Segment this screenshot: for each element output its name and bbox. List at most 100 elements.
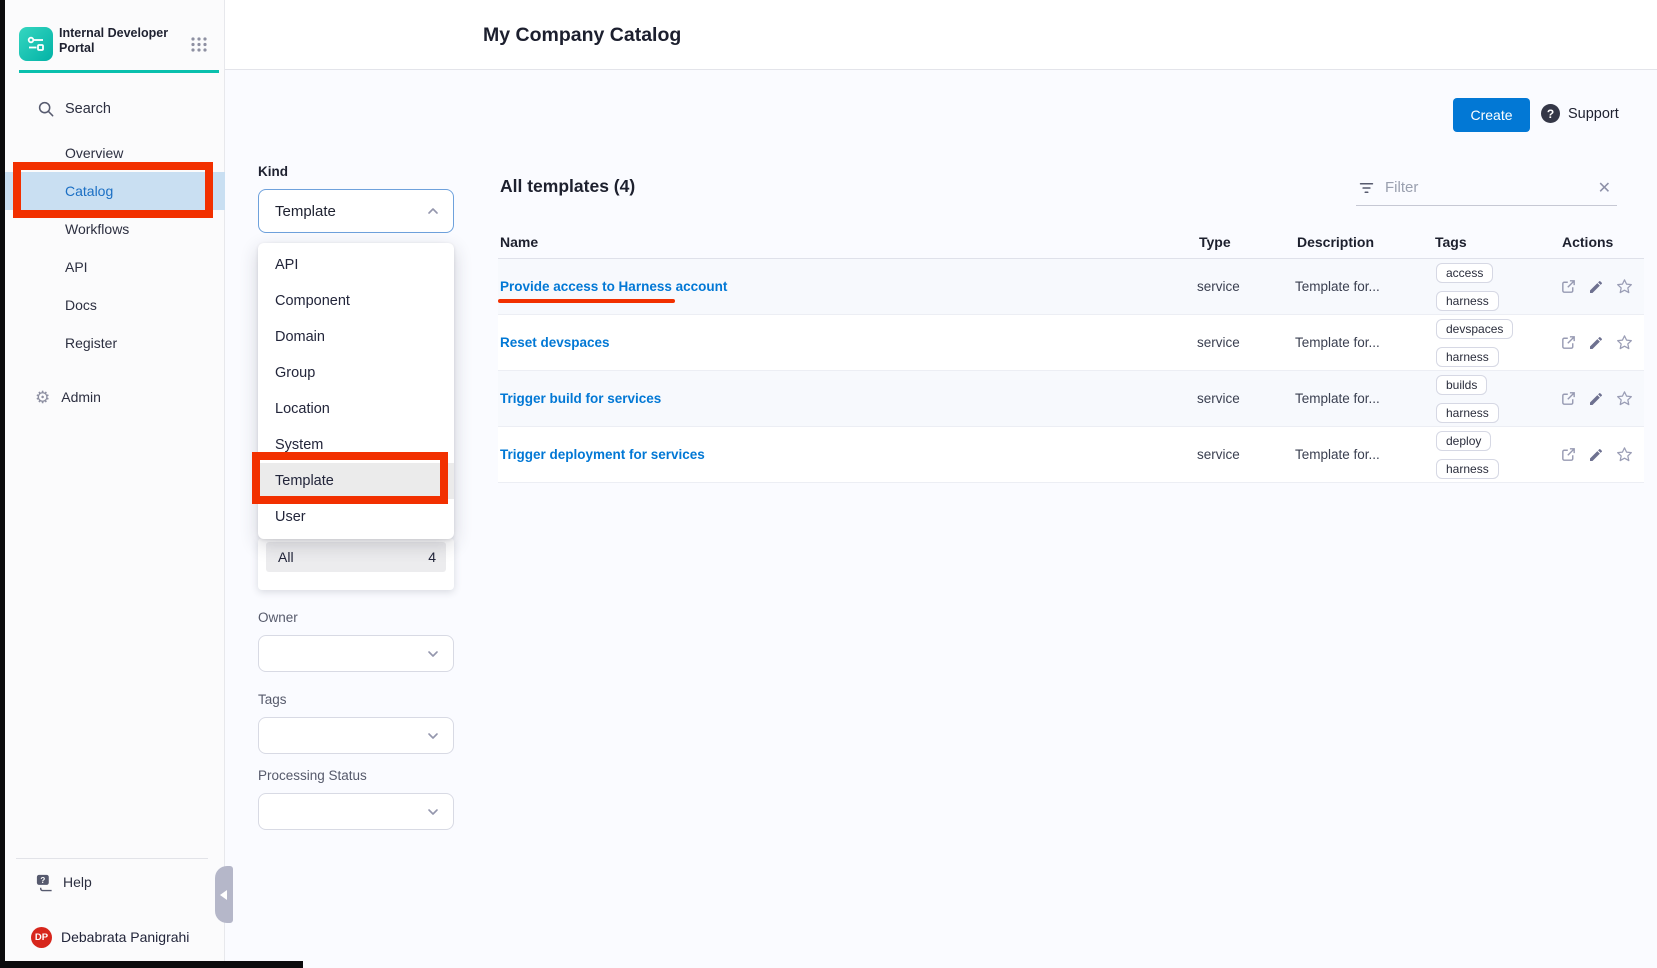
sidebar-item-register[interactable]: Register bbox=[0, 324, 225, 362]
processing-status-label: Processing Status bbox=[258, 768, 367, 783]
sidebar-collapse-handle[interactable] bbox=[215, 866, 233, 923]
clear-filter-icon[interactable]: ✕ bbox=[1598, 178, 1611, 198]
sidebar-item-workflows[interactable]: Workflows bbox=[0, 210, 225, 248]
cell-type: service bbox=[1197, 279, 1295, 294]
open-in-new-icon[interactable] bbox=[1560, 390, 1577, 407]
tag-chip: harness bbox=[1436, 459, 1499, 479]
portal-title: Internal Developer Portal bbox=[59, 26, 177, 56]
portal-logo-icon bbox=[19, 27, 53, 61]
user-menu[interactable]: DP Debabrata Panigrahi bbox=[0, 924, 225, 950]
sidebar-item-help[interactable]: ? Help bbox=[0, 868, 225, 896]
chevron-up-icon bbox=[425, 203, 441, 219]
sidebar-item-catalog[interactable]: Catalog bbox=[0, 172, 225, 210]
admin-label: Admin bbox=[61, 389, 101, 405]
owner-select[interactable] bbox=[258, 635, 454, 672]
facet-all-row[interactable]: All 4 bbox=[266, 542, 446, 572]
kind-option-label: Component bbox=[275, 293, 350, 309]
kind-option-component[interactable]: Component bbox=[258, 283, 454, 319]
screen-edge-left bbox=[0, 0, 5, 968]
table-body: Provide access to Harness account servic… bbox=[498, 259, 1644, 483]
sidebar-item-label: API bbox=[65, 259, 88, 275]
kind-option-label: User bbox=[275, 509, 306, 525]
table-row: Provide access to Harness account servic… bbox=[498, 259, 1644, 315]
cell-actions bbox=[1560, 389, 1644, 408]
tag-chip: access bbox=[1436, 263, 1493, 283]
kind-facet-card: All 4 bbox=[258, 538, 454, 590]
tags-select[interactable] bbox=[258, 717, 454, 754]
sidebar-nav: Overview Catalog Workflows API Docs Regi… bbox=[0, 134, 225, 362]
gear-icon: ⚙ bbox=[35, 389, 50, 406]
column-header-description: Description bbox=[1295, 234, 1433, 250]
edit-pencil-icon[interactable] bbox=[1588, 335, 1604, 351]
star-icon[interactable] bbox=[1615, 277, 1634, 296]
star-icon[interactable] bbox=[1615, 389, 1634, 408]
kind-option-location[interactable]: Location bbox=[258, 391, 454, 427]
table-header-row: Name Type Description Tags Actions bbox=[498, 225, 1644, 259]
table-title: All templates (4) bbox=[500, 176, 635, 197]
support-button[interactable]: ? Support bbox=[1541, 104, 1619, 123]
chevron-down-icon bbox=[425, 728, 441, 744]
kind-option-system[interactable]: System bbox=[258, 427, 454, 463]
sidebar-item-docs[interactable]: Docs bbox=[0, 286, 225, 324]
kind-option-label: System bbox=[275, 437, 323, 453]
kind-option-user[interactable]: User bbox=[258, 499, 454, 535]
kind-option-label: Domain bbox=[275, 329, 325, 345]
app-launcher-icon[interactable] bbox=[189, 35, 209, 59]
template-name-link[interactable]: Trigger build for services bbox=[500, 391, 661, 406]
sidebar-item-api[interactable]: API bbox=[0, 248, 225, 286]
kind-label: Kind bbox=[258, 164, 288, 179]
cell-description: Template for... bbox=[1295, 279, 1433, 294]
annotation-underline bbox=[498, 299, 675, 303]
open-in-new-icon[interactable] bbox=[1560, 446, 1577, 463]
table-row: Reset devspaces service Template for... … bbox=[498, 315, 1644, 371]
sidebar-item-admin[interactable]: ⚙ Admin bbox=[0, 379, 225, 415]
cell-name: Provide access to Harness account bbox=[498, 278, 1197, 296]
edit-pencil-icon[interactable] bbox=[1588, 279, 1604, 295]
column-header-name: Name bbox=[498, 234, 1197, 250]
tag-chip: harness bbox=[1436, 347, 1499, 367]
column-header-tags: Tags bbox=[1433, 234, 1560, 250]
star-icon[interactable] bbox=[1615, 445, 1634, 464]
star-icon[interactable] bbox=[1615, 333, 1634, 352]
kind-dropdown: API Component Domain Group Location Syst… bbox=[258, 243, 454, 539]
tag-chip: harness bbox=[1436, 403, 1499, 423]
edit-pencil-icon[interactable] bbox=[1588, 391, 1604, 407]
cell-tags: deployharness bbox=[1433, 431, 1560, 479]
tags-label: Tags bbox=[258, 692, 287, 707]
kind-option-template[interactable]: Template bbox=[258, 463, 454, 499]
question-circle-icon: ? bbox=[1541, 104, 1560, 123]
create-button[interactable]: Create bbox=[1453, 98, 1530, 132]
page-title: My Company Catalog bbox=[483, 24, 681, 47]
kind-option-group[interactable]: Group bbox=[258, 355, 454, 391]
sidebar-item-label: Docs bbox=[65, 297, 97, 313]
table-filter: ✕ bbox=[1356, 170, 1617, 206]
table-row: Trigger build for services service Templ… bbox=[498, 371, 1644, 427]
open-in-new-icon[interactable] bbox=[1560, 278, 1577, 295]
help-chat-icon: ? bbox=[35, 873, 54, 892]
chevron-down-icon bbox=[425, 804, 441, 820]
template-name-link[interactable]: Reset devspaces bbox=[500, 335, 610, 350]
cell-type: service bbox=[1197, 335, 1295, 350]
template-name-link[interactable]: Trigger deployment for services bbox=[500, 447, 705, 462]
sidebar-accent-rule bbox=[19, 70, 219, 73]
user-name: Debabrata Panigrahi bbox=[61, 929, 189, 945]
kind-option-domain[interactable]: Domain bbox=[258, 319, 454, 355]
kind-option-label: Group bbox=[275, 365, 315, 381]
kind-select-value: Template bbox=[275, 203, 336, 220]
search-icon bbox=[37, 100, 55, 118]
sidebar-item-label: Catalog bbox=[65, 183, 113, 199]
cell-actions bbox=[1560, 277, 1644, 296]
edit-pencil-icon[interactable] bbox=[1588, 447, 1604, 463]
sidebar-item-search[interactable]: Search bbox=[0, 92, 225, 126]
filter-input[interactable] bbox=[1385, 179, 1565, 196]
open-in-new-icon[interactable] bbox=[1560, 334, 1577, 351]
kind-option-api[interactable]: API bbox=[258, 247, 454, 283]
cell-type: service bbox=[1197, 447, 1295, 462]
kind-select[interactable]: Template bbox=[258, 189, 454, 233]
processing-status-select[interactable] bbox=[258, 793, 454, 830]
sidebar-item-overview[interactable]: Overview bbox=[0, 134, 225, 172]
template-name-link[interactable]: Provide access to Harness account bbox=[500, 279, 727, 294]
tag-chip: devspaces bbox=[1436, 319, 1513, 339]
cell-actions bbox=[1560, 333, 1644, 352]
pipeline-glyph bbox=[24, 32, 48, 56]
